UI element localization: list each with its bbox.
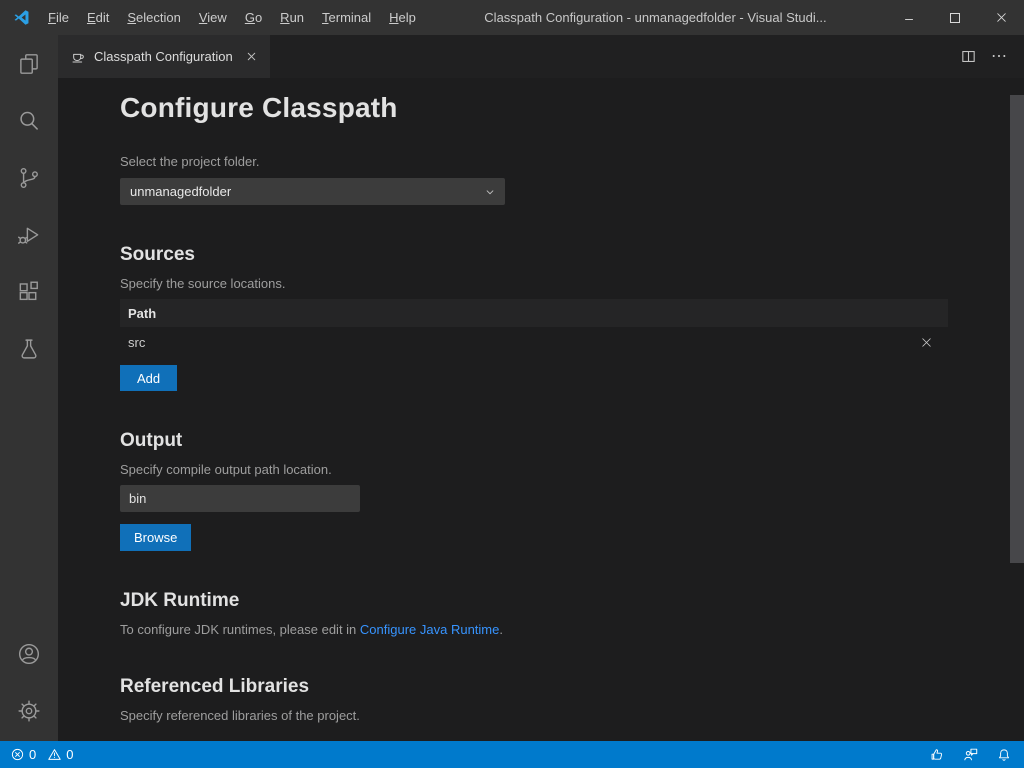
path-column-header: Path xyxy=(128,306,156,321)
sources-description: Specify the source locations. xyxy=(120,276,962,291)
delete-source-icon[interactable] xyxy=(919,335,934,350)
titlebar: File Edit Selection View Go Run Terminal… xyxy=(0,0,1024,35)
output-heading: Output xyxy=(120,430,962,452)
browse-button[interactable]: Browse xyxy=(120,524,191,551)
source-control-icon[interactable] xyxy=(0,149,58,206)
sources-table-header: Path xyxy=(120,299,948,327)
search-icon[interactable] xyxy=(0,92,58,149)
maximize-icon xyxy=(950,13,960,23)
split-editor-icon[interactable] xyxy=(960,48,977,65)
editor-actions: ⋯ xyxy=(960,35,1024,78)
referenced-libraries-heading: Referenced Libraries xyxy=(120,676,962,698)
jdk-runtime-heading: JDK Runtime xyxy=(120,590,962,612)
window-controls: – xyxy=(886,0,1024,35)
page-title: Configure Classpath xyxy=(120,92,962,124)
tab-close-icon[interactable] xyxy=(245,50,258,63)
output-description: Specify compile output path location. xyxy=(120,462,962,477)
problems-indicator[interactable]: 0 0 xyxy=(10,747,80,762)
menu-help[interactable]: Help xyxy=(380,0,425,35)
vertical-scrollbar[interactable] xyxy=(1010,95,1024,563)
editor-group: Classpath Configuration ⋯ xyxy=(58,35,1024,741)
menu-file[interactable]: File xyxy=(39,0,78,35)
project-folder-value: unmanagedfolder xyxy=(130,184,231,199)
source-path-value: src xyxy=(128,335,145,350)
menu-selection[interactable]: Selection xyxy=(118,0,189,35)
tab-label: Classpath Configuration xyxy=(94,49,233,64)
maximize-button[interactable] xyxy=(932,0,978,35)
menubar: File Edit Selection View Go Run Terminal… xyxy=(39,0,425,35)
source-path-row[interactable]: src xyxy=(120,327,948,357)
error-icon xyxy=(10,747,25,762)
status-bar: 0 0 xyxy=(0,741,1024,768)
bell-icon[interactable] xyxy=(996,747,1012,763)
activity-bar xyxy=(0,35,58,741)
error-count: 0 xyxy=(29,747,36,762)
menu-terminal[interactable]: Terminal xyxy=(313,0,380,35)
menu-run[interactable]: Run xyxy=(271,0,313,35)
java-cup-icon xyxy=(70,49,86,65)
sources-heading: Sources xyxy=(120,244,962,266)
project-folder-select[interactable]: unmanagedfolder xyxy=(120,178,505,205)
main-area: Classpath Configuration ⋯ xyxy=(0,35,1024,741)
testing-icon[interactable] xyxy=(0,320,58,377)
more-actions-icon[interactable]: ⋯ xyxy=(991,49,1008,65)
configure-java-runtime-link[interactable]: Configure Java Runtime xyxy=(360,622,499,637)
minimize-button[interactable]: – xyxy=(886,0,932,35)
menu-go[interactable]: Go xyxy=(236,0,271,35)
warning-icon xyxy=(47,747,62,762)
jdk-text-after: . xyxy=(499,622,503,637)
add-source-button[interactable]: Add xyxy=(120,365,177,391)
tab-bar: Classpath Configuration ⋯ xyxy=(58,35,1024,78)
project-folder-label: Select the project folder. xyxy=(120,154,962,169)
menu-view[interactable]: View xyxy=(190,0,236,35)
output-path-input[interactable] xyxy=(120,485,360,512)
explorer-icon[interactable] xyxy=(0,35,58,92)
referenced-libraries-description: Specify referenced libraries of the proj… xyxy=(120,708,962,723)
close-window-button[interactable] xyxy=(978,0,1024,35)
menu-edit[interactable]: Edit xyxy=(78,0,118,35)
extensions-icon[interactable] xyxy=(0,263,58,320)
window-title: Classpath Configuration - unmanagedfolde… xyxy=(425,10,886,25)
jdk-text-before: To configure JDK runtimes, please edit i… xyxy=(120,622,360,637)
classpath-configuration-page: Configure Classpath Select the project f… xyxy=(58,78,1024,741)
warning-count: 0 xyxy=(66,747,73,762)
accounts-icon[interactable] xyxy=(0,625,58,682)
jdk-runtime-text: To configure JDK runtimes, please edit i… xyxy=(120,622,962,637)
chevron-down-icon xyxy=(483,185,497,199)
status-bar-right xyxy=(929,746,1012,763)
thumbsup-icon[interactable] xyxy=(929,747,945,763)
vscode-logo-icon xyxy=(12,8,31,27)
run-and-debug-icon[interactable] xyxy=(0,206,58,263)
vscode-window: File Edit Selection View Go Run Terminal… xyxy=(0,0,1024,768)
sources-table: Path src xyxy=(120,299,948,357)
tab-classpath-configuration[interactable]: Classpath Configuration xyxy=(58,35,270,78)
settings-gear-icon[interactable] xyxy=(0,682,58,739)
feedback-icon[interactable] xyxy=(962,746,979,763)
